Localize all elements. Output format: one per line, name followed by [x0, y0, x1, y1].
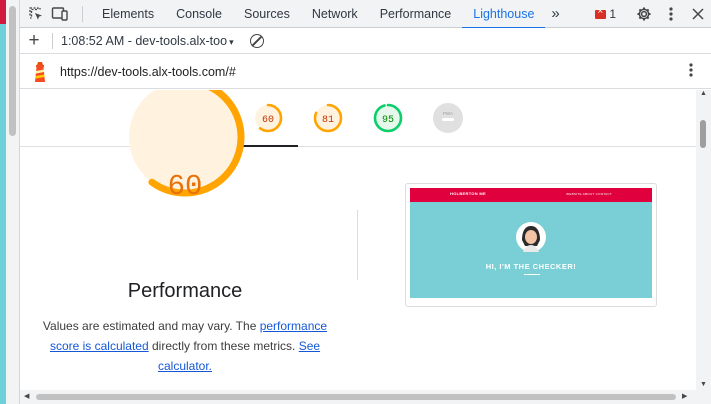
gauge-performance[interactable]: 60 [252, 102, 284, 134]
scroll-right-icon[interactable]: ▶ [682, 392, 687, 400]
scroll-left-icon[interactable]: ◀ [24, 392, 29, 400]
tab-elements[interactable]: Elements [91, 0, 165, 28]
page-brand: HOLBERTON ME [450, 191, 486, 196]
settings-gear-icon[interactable] [630, 0, 657, 28]
lighthouse-report: 60 81 95 PWA 60 Performance Values are e… [20, 90, 696, 390]
gauge-accessibility[interactable]: 81 [312, 102, 344, 134]
gauge-best-practices[interactable]: 95 [372, 102, 404, 134]
devtools-panel: Elements Console Sources Network Perform… [20, 0, 711, 404]
tab-lighthouse[interactable]: Lighthouse [462, 0, 546, 29]
report-url-bar: https://dev-tools.alx-tools.com/# [20, 55, 711, 89]
final-screenshot[interactable]: HOLBERTON ME WEBSITE ABOUT CONTACT HI, I… [405, 183, 657, 307]
chevron-down-icon: ▾ [229, 36, 234, 47]
report-scrollbar-thumb[interactable] [700, 120, 706, 148]
tab-performance[interactable]: Performance [369, 0, 463, 28]
scroll-up-icon[interactable]: ▲ [700, 90, 707, 97]
tab-bar-right-actions: 1 [595, 0, 711, 28]
more-tabs-button[interactable]: » [545, 0, 565, 28]
scroll-down-icon[interactable]: ▼ [700, 381, 707, 388]
desc-text-1: Values are estimated and may vary. The [42, 319, 260, 333]
performance-score: 60 [167, 170, 203, 203]
page-header-bar: HOLBERTON ME WEBSITE ABOUT CONTACT [410, 188, 652, 202]
horizontal-scrollbar-thumb[interactable] [36, 394, 676, 400]
final-screenshot-image: HOLBERTON ME WEBSITE ABOUT CONTACT HI, I… [410, 188, 652, 302]
gauge-pwa-label: PWA [443, 111, 453, 116]
toolbar-separator [82, 5, 83, 22]
report-selector[interactable]: 1:08:52 AM - dev-tools.alx-too ▾ [61, 34, 234, 48]
gauge-score: 60 [262, 115, 274, 126]
page-scrollbar-thumb[interactable] [9, 6, 16, 136]
tab-network[interactable]: Network [301, 0, 369, 28]
page-headline: HI, I'M THE CHECKER! [485, 262, 577, 271]
error-counter-button[interactable]: 1 [595, 6, 616, 21]
new-report-button[interactable]: + [20, 28, 48, 54]
page-hero: HI, I'M THE CHECKER! [410, 202, 652, 298]
headline-underline [524, 274, 540, 275]
report-url: https://dev-tools.alx-tools.com/# [60, 64, 236, 79]
page-nav: WEBSITE ABOUT CONTACT [566, 192, 612, 196]
device-toolbar-icon[interactable] [48, 0, 72, 28]
gauge-score: 81 [322, 115, 334, 126]
performance-description: Values are estimated and may vary. The p… [40, 316, 330, 376]
report-vertical-scrollbar[interactable]: ▲ ▼ [696, 90, 711, 390]
avatar [516, 222, 546, 252]
lighthouse-logo-icon [32, 61, 48, 83]
pwa-dash-icon [442, 118, 454, 121]
section-divider [357, 210, 358, 280]
clear-reports-icon[interactable] [249, 33, 264, 48]
toolbar-separator [52, 32, 53, 49]
error-count: 1 [609, 7, 616, 21]
tab-console[interactable]: Console [165, 0, 233, 28]
lighthouse-toolbar: + 1:08:52 AM - dev-tools.alx-too ▾ [20, 28, 711, 54]
desc-text-2: directly from these metrics. [148, 339, 299, 353]
more-vert-icon[interactable] [657, 0, 684, 28]
page-scrollbar[interactable] [6, 0, 20, 404]
error-icon [595, 6, 607, 19]
gauge-score: 95 [382, 115, 394, 126]
report-horizontal-scrollbar[interactable]: ◀ ▶ [20, 390, 711, 404]
close-icon[interactable] [684, 0, 711, 28]
performance-title: Performance [127, 280, 243, 302]
tab-sources[interactable]: Sources [233, 0, 301, 28]
inspect-element-icon[interactable] [24, 0, 48, 28]
report-menu-icon[interactable] [689, 63, 693, 81]
gauge-pwa[interactable]: PWA [432, 102, 464, 134]
devtools-tab-bar: Elements Console Sources Network Perform… [20, 0, 711, 29]
report-selector-label: 1:08:52 AM - dev-tools.alx-too [61, 33, 228, 48]
